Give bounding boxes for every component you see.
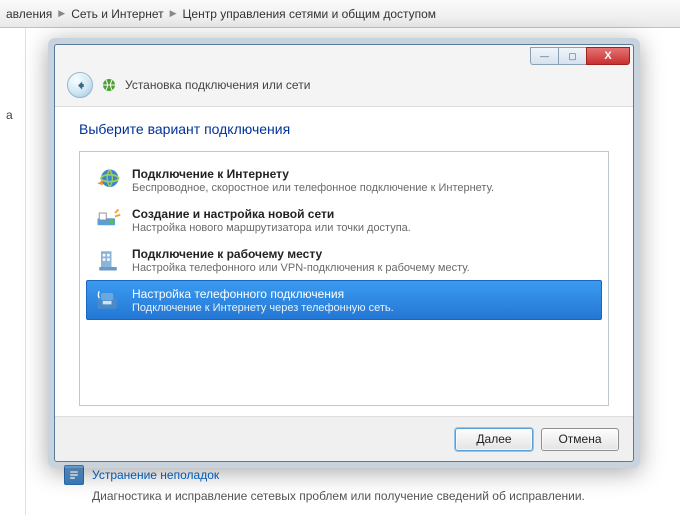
chevron-right-icon: ▶ bbox=[170, 8, 177, 19]
option-description: Подключение к Интернету через телефонную… bbox=[132, 302, 594, 314]
option-dialup[interactable]: Настройка телефонного подключения Подклю… bbox=[86, 280, 602, 320]
next-button[interactable]: Далее bbox=[455, 428, 533, 451]
network-wizard-icon bbox=[101, 77, 117, 93]
window-titlebar[interactable]: — ▢ X bbox=[55, 45, 633, 70]
back-button[interactable] bbox=[67, 72, 93, 98]
option-workplace[interactable]: Подключение к рабочему месту Настройка т… bbox=[86, 240, 602, 280]
breadcrumb[interactable]: авления ▶ Сеть и Интернет ▶ Центр управл… bbox=[0, 0, 680, 28]
sidebar-text-fragment: а bbox=[0, 28, 25, 202]
router-icon bbox=[94, 206, 122, 234]
page-heading: Выберите вариант подключения bbox=[79, 121, 609, 137]
option-title: Настройка телефонного подключения bbox=[132, 287, 594, 301]
minimize-button[interactable]: — bbox=[530, 47, 558, 65]
option-title: Подключение к рабочему месту bbox=[132, 247, 594, 261]
option-new-network[interactable]: Создание и настройка новой сети Настройк… bbox=[86, 200, 602, 240]
building-icon bbox=[94, 246, 122, 274]
option-title: Подключение к Интернету bbox=[132, 167, 594, 181]
breadcrumb-item[interactable]: авления bbox=[6, 7, 52, 21]
connection-options-list: Подключение к Интернету Беспроводное, ск… bbox=[79, 151, 609, 406]
close-button[interactable]: X bbox=[586, 47, 630, 65]
diagnostics-icon bbox=[64, 465, 84, 485]
breadcrumb-item[interactable]: Сеть и Интернет bbox=[71, 7, 163, 21]
globe-icon bbox=[94, 166, 122, 194]
dialog-window: — ▢ X Установка подключения или сети Выб… bbox=[48, 38, 640, 468]
troubleshoot-description: Диагностика и исправление сетевых пробле… bbox=[92, 489, 670, 503]
option-description: Беспроводное, скоростное или телефонное … bbox=[132, 182, 594, 194]
option-description: Настройка нового маршрутизатора или точк… bbox=[132, 222, 594, 234]
dialog-title: Установка подключения или сети bbox=[125, 78, 310, 92]
sidebar-fragment: а bbox=[0, 28, 26, 515]
option-title: Создание и настройка новой сети bbox=[132, 207, 594, 221]
option-description: Настройка телефонного или VPN-подключени… bbox=[132, 262, 594, 274]
chevron-right-icon: ▶ bbox=[58, 8, 65, 19]
phone-modem-icon bbox=[94, 286, 122, 314]
cancel-button[interactable]: Отмена bbox=[541, 428, 619, 451]
troubleshoot-link[interactable]: Устранение неполадок bbox=[92, 468, 219, 482]
dialog-footer: Далее Отмена bbox=[55, 417, 633, 461]
breadcrumb-item[interactable]: Центр управления сетями и общим доступом bbox=[183, 7, 437, 21]
maximize-button[interactable]: ▢ bbox=[558, 47, 586, 65]
option-internet[interactable]: Подключение к Интернету Беспроводное, ск… bbox=[86, 160, 602, 200]
